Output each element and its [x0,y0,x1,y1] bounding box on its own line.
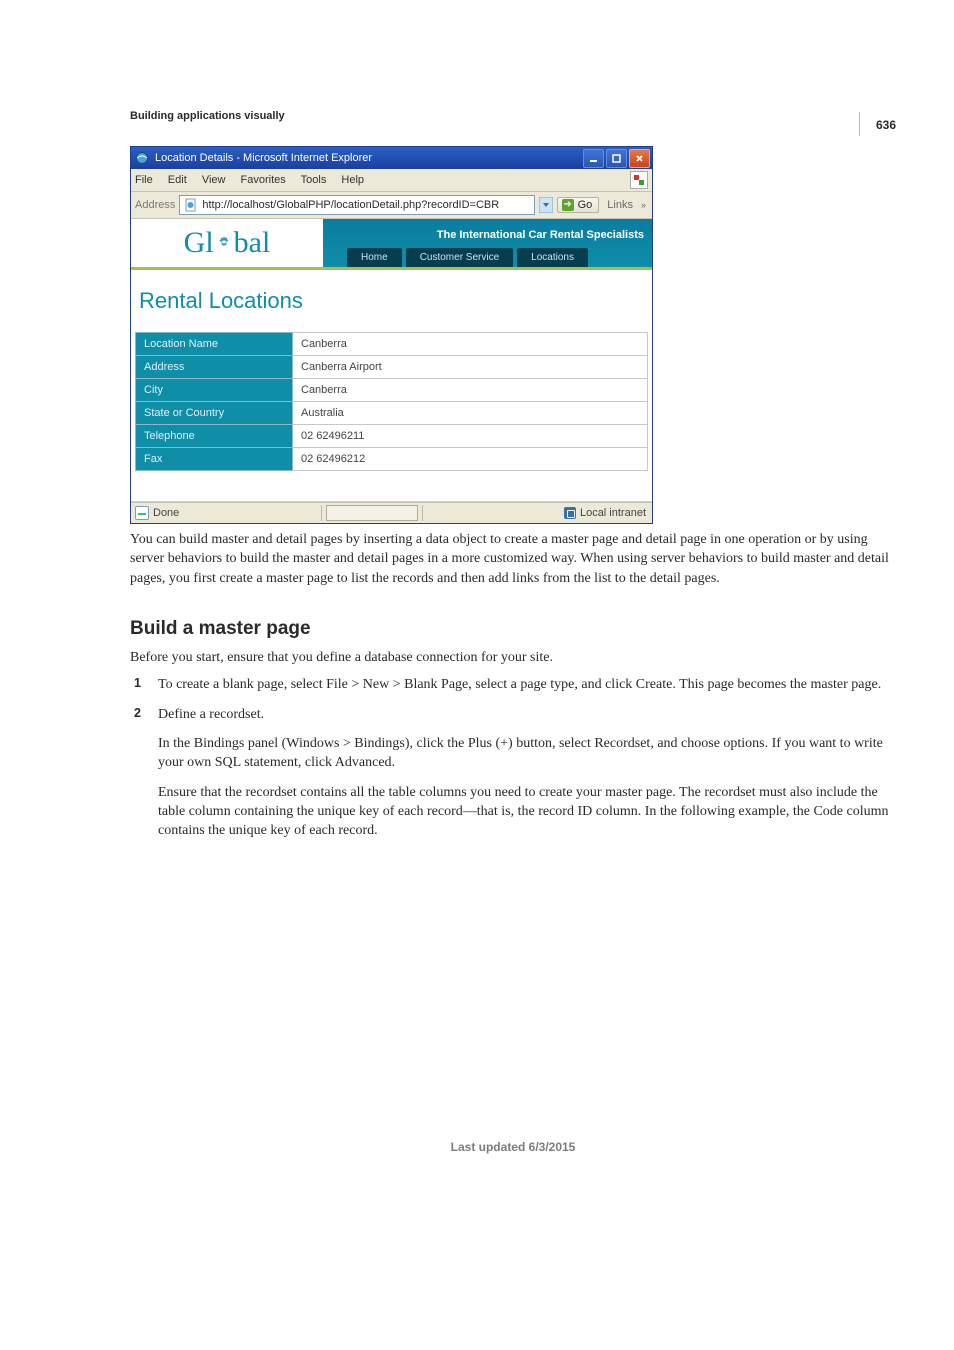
row-value: Australia [293,402,648,425]
logo-text-right: bal [234,226,271,260]
step-item: To create a blank page, select File > Ne… [130,675,896,694]
progress-pane [326,505,418,521]
table-row: CityCanberra [136,379,648,402]
tab-customer-service[interactable]: Customer Service [406,248,513,267]
window-titlebar: Location Details - Microsoft Internet Ex… [131,147,652,169]
tab-home[interactable]: Home [347,248,402,267]
row-value: Canberra [293,333,648,356]
page-heading: Rental Locations [139,288,652,314]
site-tabs: Home Customer Service Locations [323,245,652,267]
windows-flag-icon [630,171,648,189]
header-divider [859,112,860,136]
logo-text-left: Gl [184,226,214,260]
tab-locations[interactable]: Locations [517,248,588,267]
section-heading: Build a master page [130,618,896,640]
address-bar: Address http://localhost/GlobalPHP/locat… [131,192,652,219]
table-row: Fax02 62496212 [136,448,648,471]
ie-icon [135,151,149,165]
status-bar: Done Local intranet [131,502,652,523]
status-done-text: Done [153,507,179,519]
go-button[interactable]: ➔ Go [557,197,600,213]
close-button[interactable] [629,149,650,168]
step-subtext: Ensure that the recordset contains all t… [158,783,896,841]
row-value: Canberra Airport [293,356,648,379]
step-subtext: In the Bindings panel (Windows > Binding… [158,734,896,773]
row-label: City [136,379,293,402]
location-table: Location NameCanberra AddressCanberra Ai… [135,332,648,471]
menu-file[interactable]: File [135,174,153,186]
status-zone-text: Local intranet [580,507,646,519]
step-text: To create a blank page, select File > Ne… [158,677,881,692]
menu-help[interactable]: Help [341,174,364,186]
done-icon [135,506,149,520]
site-tagline: The International Car Rental Specialists [323,225,652,245]
go-label: Go [578,199,593,211]
zone-icon [564,507,576,519]
menu-edit[interactable]: Edit [168,174,187,186]
menu-view[interactable]: View [202,174,226,186]
caption-paragraph: You can build master and detail pages by… [130,530,896,588]
accent-line [131,267,652,270]
site-logo: Gl bal [131,219,323,267]
row-label: Telephone [136,425,293,448]
row-label: Location Name [136,333,293,356]
address-url: http://localhost/GlobalPHP/locationDetai… [202,199,499,211]
links-label[interactable]: Links [607,199,633,211]
minimize-button[interactable] [583,149,604,168]
table-row: Location NameCanberra [136,333,648,356]
page-number: 636 [876,118,896,132]
window-title: Location Details - Microsoft Internet Ex… [155,152,372,164]
table-row: AddressCanberra Airport [136,356,648,379]
links-chevron-icon[interactable]: » [639,200,648,210]
row-value: 02 62496212 [293,448,648,471]
page-footer: Last updated 6/3/2015 [130,1140,896,1154]
table-row: State or CountryAustralia [136,402,648,425]
menu-tools[interactable]: Tools [301,174,327,186]
address-input[interactable]: http://localhost/GlobalPHP/locationDetai… [179,195,534,215]
webpage-content: Gl bal The International Car Rental Spec… [131,219,652,502]
menubar: File Edit View Favorites Tools Help [131,169,652,192]
running-header: Building applications visually [130,110,896,122]
page-icon [184,198,198,212]
menu-favorites[interactable]: Favorites [241,174,286,186]
row-value: Canberra [293,379,648,402]
address-dropdown-icon[interactable] [539,197,553,213]
step-item: Define a recordset. In the Bindings pane… [130,705,896,841]
maximize-button[interactable] [606,149,627,168]
row-value: 02 62496211 [293,425,648,448]
gear-icon [216,235,232,251]
go-arrow-icon: ➔ [562,199,574,211]
step-text: Define a recordset. [158,707,264,722]
row-label: State or Country [136,402,293,425]
table-row: Telephone02 62496211 [136,425,648,448]
section-intro: Before you start, ensure that you define… [130,648,896,667]
address-label: Address [135,199,175,211]
row-label: Fax [136,448,293,471]
browser-screenshot: Location Details - Microsoft Internet Ex… [130,146,653,524]
row-label: Address [136,356,293,379]
